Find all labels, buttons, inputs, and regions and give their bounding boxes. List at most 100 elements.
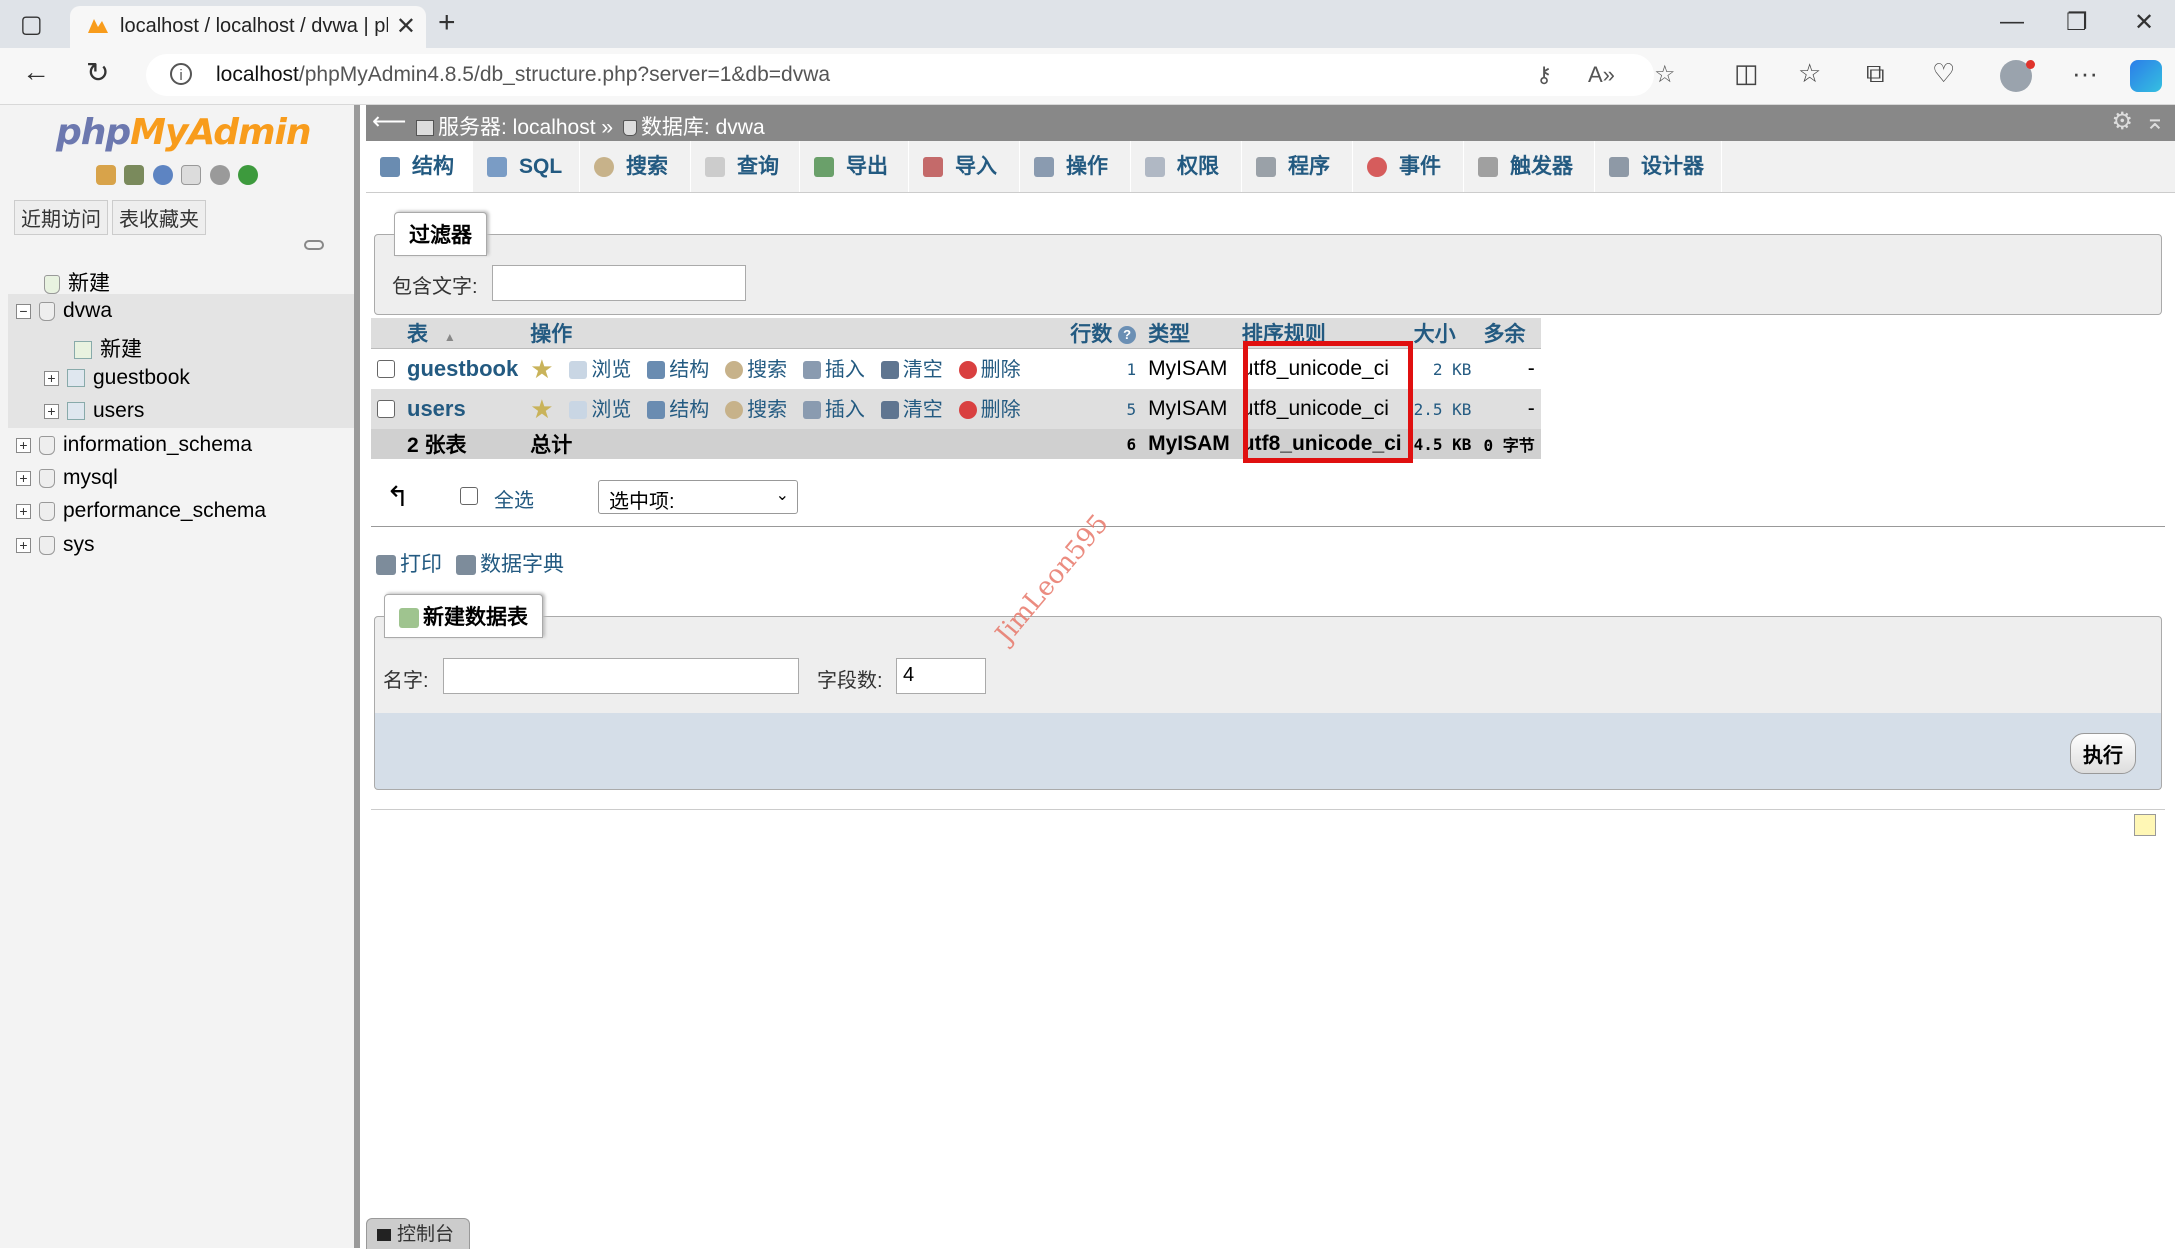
maximize-toggle-icon[interactable]: ⌅: [2145, 107, 2165, 136]
tree-item-performance-schema[interactable]: + performance_schema: [16, 499, 266, 523]
columns-count-input[interactable]: 4: [896, 658, 986, 694]
tab-operations[interactable]: 操作: [1020, 141, 1131, 192]
expand-icon[interactable]: +: [44, 403, 59, 419]
header-table[interactable]: 表 ▲: [401, 318, 525, 349]
back-icon[interactable]: ←: [22, 56, 50, 88]
breadcrumb-db[interactable]: 数据库: dvwa: [641, 116, 765, 139]
action-search[interactable]: 搜索: [725, 359, 787, 381]
print-link[interactable]: 打印: [376, 548, 442, 578]
action-insert[interactable]: 插入: [802, 399, 865, 421]
tab-events[interactable]: 事件: [1353, 141, 1464, 192]
link-with-main-icon[interactable]: [304, 240, 324, 250]
tab-export[interactable]: 导出: [800, 141, 909, 192]
check-all-label[interactable]: 全选: [494, 484, 534, 513]
browser-tab[interactable]: localhost / localhost / dvwa | php ✕: [70, 6, 426, 48]
recent-tab[interactable]: 近期访问: [14, 200, 108, 235]
tab-import[interactable]: 导入: [909, 141, 1020, 192]
favorite-star-icon[interactable]: ☆: [1654, 60, 1676, 89]
tree-item-sys[interactable]: + sys: [16, 533, 95, 557]
health-icon[interactable]: ♡: [1932, 58, 1955, 89]
key-icon[interactable]: ⚷: [1536, 62, 1552, 88]
action-insert[interactable]: 插入: [802, 359, 865, 381]
collapse-nav-icon[interactable]: ⟵: [372, 107, 406, 136]
tree-item-mysql[interactable]: + mysql: [16, 466, 118, 490]
favorite-star-icon[interactable]: ★: [530, 394, 553, 424]
tab-designer[interactable]: 设计器: [1595, 141, 1722, 192]
action-empty[interactable]: 清空: [880, 399, 943, 421]
docs-icon[interactable]: [181, 165, 202, 185]
site-info-icon[interactable]: i: [170, 63, 192, 85]
favorites-icon[interactable]: ☆: [1798, 58, 1821, 89]
action-browse[interactable]: 浏览: [569, 399, 631, 421]
go-button[interactable]: 执行: [2070, 733, 2136, 774]
expand-icon[interactable]: +: [16, 503, 31, 519]
collapse-icon[interactable]: −: [16, 303, 31, 319]
with-selected-select[interactable]: 选中项: ⌄: [598, 480, 798, 514]
tab-routines[interactable]: 程序: [1242, 141, 1353, 192]
tree-item-dvwa[interactable]: − dvwa: [16, 299, 112, 323]
tree-item-guestbook[interactable]: + guestbook: [44, 366, 190, 390]
tab-sql[interactable]: SQL: [473, 141, 580, 192]
copilot-icon[interactable]: [2130, 60, 2162, 92]
data-dictionary-link[interactable]: 数据字典: [456, 548, 564, 578]
tab-query[interactable]: 查询: [691, 141, 800, 192]
action-browse[interactable]: 浏览: [569, 359, 631, 381]
table-name[interactable]: users: [401, 389, 525, 429]
expand-icon[interactable]: +: [44, 370, 59, 386]
action-structure[interactable]: 结构: [647, 399, 709, 421]
tab-triggers[interactable]: 触发器: [1464, 141, 1595, 192]
read-aloud-icon[interactable]: A»: [1588, 62, 1615, 88]
tree-item-information-schema[interactable]: + information_schema: [16, 433, 252, 457]
tab-search[interactable]: 搜索: [580, 141, 691, 192]
header-rows[interactable]: 行数 ?: [1064, 318, 1143, 349]
table-name-input[interactable]: [443, 658, 799, 694]
action-search[interactable]: 搜索: [725, 399, 787, 421]
help-icon[interactable]: ?: [1118, 326, 1137, 345]
header-size[interactable]: 大小: [1407, 318, 1478, 349]
tree-item-new[interactable]: 新建: [44, 267, 110, 297]
filter-input[interactable]: [492, 265, 746, 301]
minimize-icon[interactable]: —: [2000, 8, 2024, 36]
row-size[interactable]: 2.5 KB: [1407, 389, 1478, 429]
tab-close-icon[interactable]: ✕: [396, 12, 416, 41]
url-bar[interactable]: i localhost/phpMyAdmin4.8.5/db_structure…: [146, 54, 1676, 96]
note-icon[interactable]: [2134, 814, 2156, 836]
table-name[interactable]: guestbook: [401, 348, 525, 389]
expand-icon[interactable]: +: [16, 437, 31, 453]
row-checkbox[interactable]: [377, 360, 395, 379]
tab-actions-icon[interactable]: ▢: [20, 10, 43, 39]
row-checkbox[interactable]: [377, 400, 395, 419]
breadcrumb-server[interactable]: 服务器: localhost: [438, 116, 596, 139]
action-empty[interactable]: 清空: [880, 359, 943, 381]
favorite-star-icon[interactable]: ★: [530, 354, 553, 384]
tree-item-dvwa-new[interactable]: 新建: [74, 333, 142, 363]
console-tab[interactable]: 控制台: [366, 1218, 470, 1249]
tree-item-users[interactable]: + users: [44, 399, 144, 423]
refresh-icon[interactable]: ↻: [86, 56, 109, 89]
collections-icon[interactable]: ⧉: [1866, 58, 1885, 90]
settings-icon[interactable]: [209, 165, 230, 185]
header-overhead[interactable]: 多余: [1477, 318, 1541, 349]
window-close-icon[interactable]: ✕: [2134, 8, 2154, 37]
split-screen-icon[interactable]: ◫: [1734, 58, 1759, 89]
favorites-tab[interactable]: 表收藏夹: [112, 200, 206, 235]
help-icon[interactable]: [152, 165, 173, 185]
check-all-checkbox[interactable]: [460, 487, 478, 505]
row-size[interactable]: 2 KB: [1407, 348, 1478, 389]
phpmyadmin-logo[interactable]: phpMyAdmin: [56, 112, 311, 153]
action-drop[interactable]: 删除: [958, 399, 1021, 421]
expand-icon[interactable]: +: [16, 470, 31, 486]
more-icon[interactable]: ···: [2072, 58, 2098, 89]
tab-structure[interactable]: 结构: [366, 141, 473, 192]
action-drop[interactable]: 删除: [958, 359, 1021, 381]
restore-icon[interactable]: ❐: [2066, 8, 2088, 37]
expand-icon[interactable]: +: [16, 537, 31, 553]
reload-icon[interactable]: [238, 165, 259, 185]
page-settings-icon[interactable]: ⚙: [2111, 107, 2133, 136]
action-structure[interactable]: 结构: [647, 359, 709, 381]
new-tab-icon[interactable]: +: [438, 6, 456, 40]
home-icon[interactable]: [96, 165, 116, 185]
tab-privileges[interactable]: 权限: [1131, 141, 1242, 192]
header-type[interactable]: 类型: [1142, 318, 1236, 349]
logout-icon[interactable]: [124, 165, 145, 185]
